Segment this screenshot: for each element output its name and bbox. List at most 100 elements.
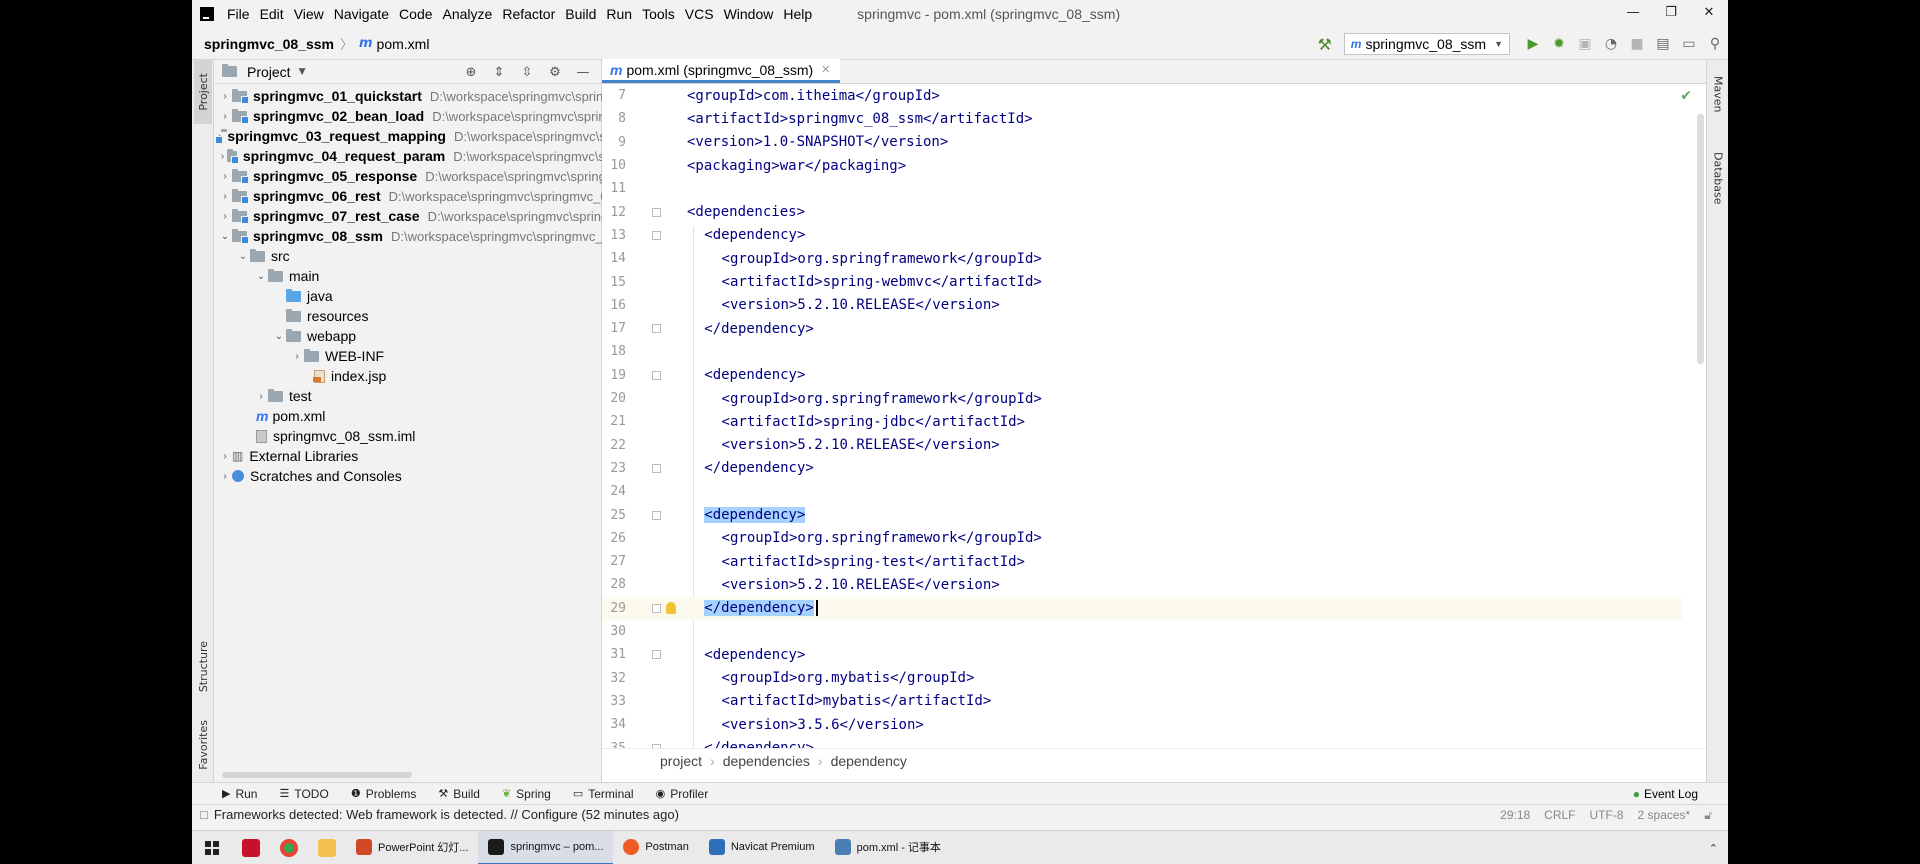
chevron-right-icon[interactable]: › [218, 211, 232, 222]
chevron-down-icon[interactable]: ⌄ [272, 331, 286, 342]
fold-marker-icon[interactable] [652, 230, 661, 240]
locate-icon[interactable]: ⊕ [457, 65, 485, 80]
status-message[interactable]: Frameworks detected: Web framework is de… [214, 807, 679, 822]
tree-item[interactable]: › springmvc_07_rest_case D:\workspace\spri… [214, 206, 602, 226]
menu-view[interactable]: View [289, 6, 329, 22]
menu-vcs[interactable]: VCS [680, 6, 719, 22]
close-tab-icon[interactable]: ✕ [821, 63, 830, 76]
code-line[interactable]: 15 <artifactId>spring-webmvc</artifactId> [602, 270, 1682, 293]
run-icon[interactable]: ▶ [1520, 36, 1546, 52]
chevron-down-icon[interactable]: ⌄ [254, 271, 268, 282]
profile-icon[interactable]: ◔ [1598, 36, 1624, 52]
tree-item[interactable]: › springmvc_04_request_param D:\workspace\… [214, 146, 602, 166]
menu-navigate[interactable]: Navigate [329, 6, 394, 22]
tree-item[interactable]: › springmvc_01_quickstart D:\workspace\spr… [214, 86, 602, 106]
caret-position[interactable]: 29:18 [1500, 808, 1530, 822]
build-hammer-icon[interactable]: ⚒ [1317, 35, 1331, 54]
tool-terminal-button[interactable]: ▭ Terminal [573, 787, 634, 801]
tree-item[interactable]: ⌄ src [214, 246, 602, 266]
maven-tool-tab[interactable]: Maven [1709, 64, 1727, 124]
file-explorer-icon[interactable] [308, 831, 346, 864]
code-line[interactable]: 28 <version>5.2.10.RELEASE</version> [602, 573, 1682, 596]
tool-problems-button[interactable]: ❶ Problems [351, 787, 417, 801]
expand-all-icon[interactable]: ⇕ [485, 65, 513, 80]
code-line[interactable]: 14 <groupId>org.springframework</groupId> [602, 247, 1682, 270]
tree-item[interactable]: › springmvc_05_response D:\workspace\sprin… [214, 166, 602, 186]
taskbar-task-navicat[interactable]: Navicat Premium [699, 831, 825, 864]
editor-tab-pom[interactable]: m pom.xml (springmvc_08_ssm) ✕ [602, 59, 841, 83]
code-line[interactable]: 9 <version>1.0-SNAPSHOT</version> [602, 131, 1682, 154]
breadcrumb-dependencies[interactable]: dependencies [723, 753, 810, 769]
tool-todo-button[interactable]: ☰ TODO [279, 787, 328, 801]
tree-item[interactable]: resources [214, 306, 602, 326]
fold-marker-icon[interactable] [652, 324, 661, 334]
project-tool-tab[interactable]: Project [194, 60, 212, 124]
breadcrumb-dependency[interactable]: dependency [831, 753, 907, 769]
tree-item[interactable]: java [214, 286, 602, 306]
code-line[interactable]: 30 [602, 620, 1682, 643]
hide-icon[interactable]: — [569, 65, 597, 80]
tree-item[interactable]: ⌄ webapp [214, 326, 602, 346]
tree-item[interactable]: › WEB-INF [214, 346, 602, 366]
code-line[interactable]: 26 <groupId>org.springframework</groupId> [602, 527, 1682, 550]
minimize-button[interactable]: — [1614, 0, 1652, 28]
chevron-right-icon[interactable]: › [218, 451, 232, 462]
structure-tool-tab[interactable]: Structure [194, 632, 212, 702]
menu-file[interactable]: File [222, 6, 255, 22]
chrome-icon[interactable] [270, 831, 308, 864]
chevron-right-icon[interactable]: › [218, 471, 232, 482]
stop-icon[interactable]: ■ [1624, 36, 1650, 52]
file-encoding[interactable]: UTF-8 [1590, 808, 1624, 822]
taskbar-task-powerpoint[interactable]: PowerPoint 幻灯... [346, 831, 478, 864]
chevron-down-icon[interactable]: ▼ [299, 67, 306, 77]
chevron-right-icon[interactable]: › [290, 351, 304, 362]
tree-item[interactable]: springmvc_08_ssm.iml [214, 426, 602, 446]
menu-help[interactable]: Help [778, 6, 817, 22]
debug-icon[interactable]: ✹ [1546, 36, 1572, 52]
gear-icon[interactable]: ⚙ [541, 65, 569, 80]
menu-tools[interactable]: Tools [637, 6, 680, 22]
intention-bulb-icon[interactable] [666, 602, 676, 615]
chevron-right-icon[interactable]: › [218, 91, 232, 102]
line-separator[interactable]: CRLF [1544, 808, 1575, 822]
menu-build[interactable]: Build [560, 6, 601, 22]
coverage-icon[interactable]: ▣ [1572, 36, 1598, 52]
taskbar-task-intellij[interactable]: springmvc – pom... [478, 830, 614, 864]
code-line[interactable]: 18 [602, 340, 1682, 363]
code-line[interactable]: 7 <groupId>com.itheima</groupId> [602, 84, 1682, 107]
code-line[interactable]: 16 <version>5.2.10.RELEASE</version> [602, 294, 1682, 317]
code-line[interactable]: 20 <groupId>org.springframework</groupId> [602, 387, 1682, 410]
tree-item[interactable]: › Scratches and Consoles [214, 466, 602, 486]
nav-crumb-project[interactable]: springmvc_08_ssm [204, 36, 334, 52]
taskbar-task-postman[interactable]: Postman [613, 831, 698, 864]
code-line[interactable]: 32 <groupId>org.mybatis</groupId> [602, 667, 1682, 690]
code-line[interactable]: 34 <version>3.5.6</version> [602, 713, 1682, 736]
code-line[interactable]: 24 [602, 480, 1682, 503]
vertical-scrollbar[interactable] [1697, 114, 1704, 364]
tree-item[interactable]: › springmvc_02_bean_load D:\workspace\spri… [214, 106, 602, 126]
tool-build-button[interactable]: ⚒ Build [438, 787, 480, 801]
pinned-app-icon[interactable] [232, 831, 270, 864]
code-line[interactable]: 33 <artifactId>mybatis</artifactId> [602, 690, 1682, 713]
event-log-button[interactable]: ● Event Log [1633, 783, 1698, 805]
tree-item[interactable]: › ▥ External Libraries [214, 446, 602, 466]
fold-marker-icon[interactable] [652, 370, 661, 380]
windows-start-icon[interactable] [192, 831, 232, 864]
code-line[interactable]: 12 <dependencies> [602, 201, 1682, 224]
inspection-ok-icon[interactable]: ✔ [1680, 88, 1692, 104]
project-structure-icon[interactable]: ▤ [1650, 36, 1676, 52]
taskbar-task-notepad[interactable]: pom.xml - 记事本 [825, 831, 951, 864]
maximize-button[interactable]: ❐ [1652, 0, 1690, 28]
favorites-tool-tab[interactable]: Favorites [194, 710, 212, 780]
search-everywhere-icon[interactable]: ⚲ [1702, 36, 1728, 52]
fold-marker-icon[interactable] [652, 603, 661, 613]
menu-edit[interactable]: Edit [255, 6, 289, 22]
window-layout-icon[interactable]: ▭ [1676, 36, 1702, 52]
fold-marker-icon[interactable] [652, 463, 661, 473]
tree-item[interactable]: › springmvc_06_rest D:\workspace\springmvc… [214, 186, 602, 206]
tree-item[interactable]: ⌄ main [214, 266, 602, 286]
nav-crumb-file[interactable]: pom.xml [377, 36, 430, 52]
chevron-down-icon[interactable]: ⌄ [218, 231, 232, 242]
tree-item[interactable]: m pom.xml [214, 406, 602, 426]
close-button[interactable]: ✕ [1690, 0, 1728, 28]
